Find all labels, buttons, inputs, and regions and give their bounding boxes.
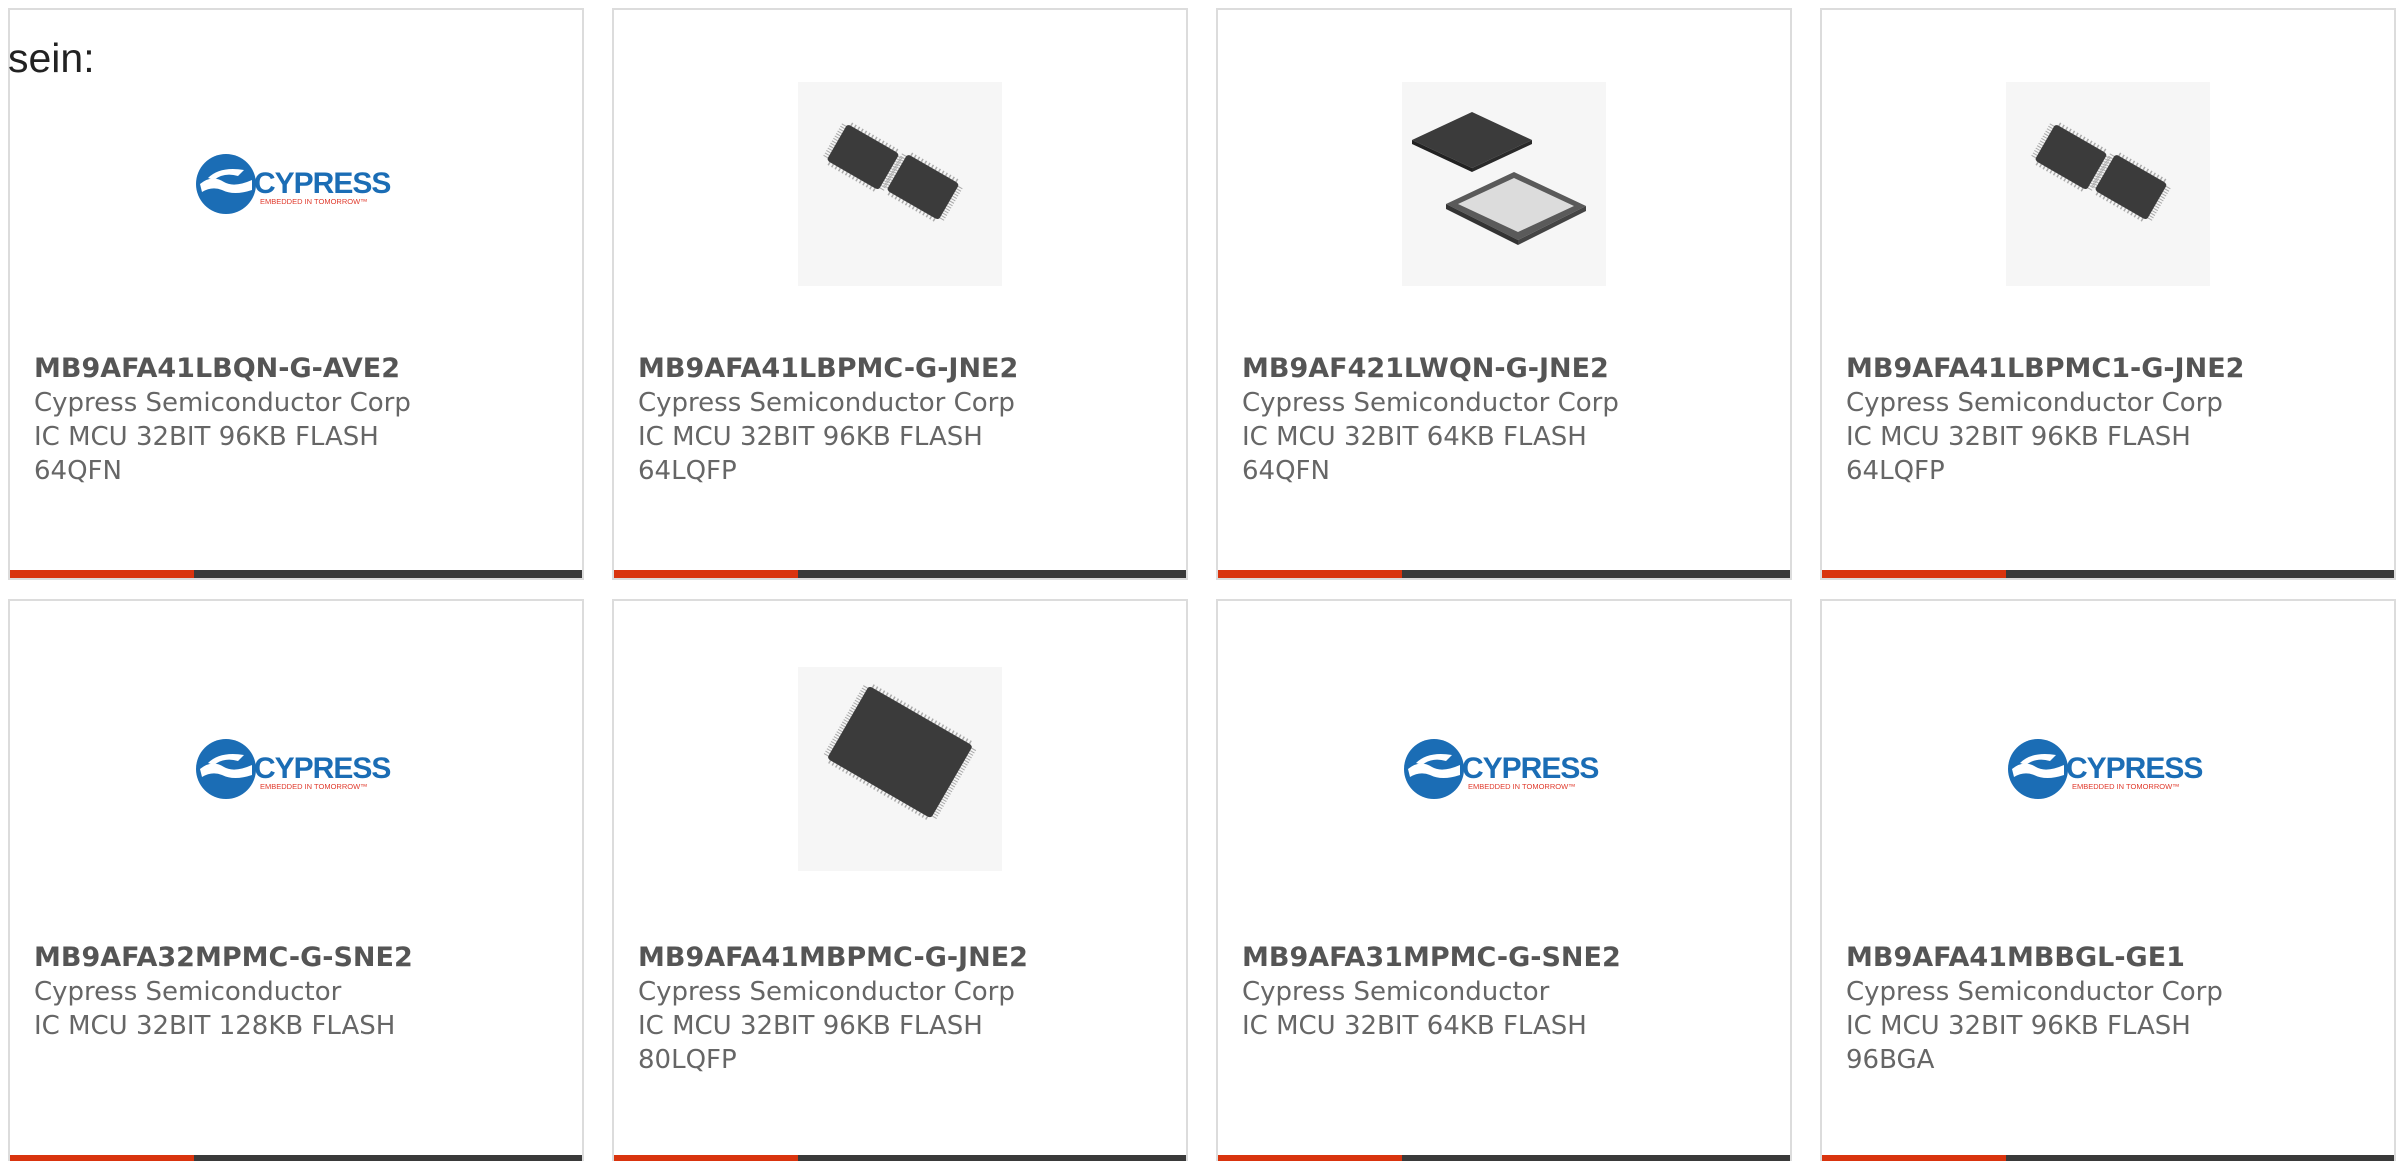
cypress-logo-icon: CYPRESS EMBEDDED IN TOMORROW™ — [2008, 739, 2203, 799]
svg-text:EMBEDDED IN TOMORROW™: EMBEDDED IN TOMORROW™ — [2072, 782, 2180, 791]
accent-bar — [1218, 570, 1402, 578]
card-footer-bar — [614, 570, 1186, 578]
qfn-chip-pair-icon — [1412, 112, 1586, 245]
part-number-link[interactable]: MB9AFA31MPMC-G-SNE2 — [1242, 941, 1770, 975]
svg-text:EMBEDDED IN TOMORROW™: EMBEDDED IN TOMORROW™ — [260, 782, 368, 791]
product-image[interactable] — [798, 82, 1002, 286]
card-footer-bar — [1218, 1155, 1790, 1161]
lqfp-chip-pair-icon — [823, 122, 963, 222]
svg-text:CYPRESS: CYPRESS — [254, 167, 390, 200]
section-heading: sein: — [8, 35, 95, 81]
card-footer-bar — [1822, 570, 2394, 578]
description-line-2: 64QFN — [34, 456, 122, 486]
product-image[interactable]: CYPRESS EMBEDDED IN TOMORROW™ — [194, 667, 398, 871]
accent-bar — [10, 570, 194, 578]
svg-text:CYPRESS: CYPRESS — [254, 752, 390, 785]
manufacturer: Cypress Semiconductor Corp — [638, 388, 1015, 418]
product-image[interactable] — [1402, 82, 1606, 286]
part-number-link[interactable]: MB9AFA41MBBGL-GE1 — [1846, 941, 2374, 975]
product-card[interactable]: MB9AFA41MBPMC-G-JNE2 Cypress Semiconduct… — [612, 599, 1188, 1161]
product-image[interactable]: CYPRESS EMBEDDED IN TOMORROW™ — [1402, 667, 1606, 871]
accent-bar — [614, 1155, 798, 1161]
description-line-1: IC MCU 32BIT 64KB FLASH — [1242, 422, 1587, 452]
card-footer-bar — [1822, 1155, 2394, 1161]
accent-bar — [10, 1155, 194, 1161]
card-footer-bar — [614, 1155, 1186, 1161]
card-footer-bar — [10, 1155, 582, 1161]
lqfp-chip-pair-icon — [2031, 122, 2171, 222]
part-number-link[interactable]: MB9AFA41MBPMC-G-JNE2 — [638, 941, 1166, 975]
description-line-2: 64QFN — [1242, 456, 1330, 486]
svg-text:EMBEDDED IN TOMORROW™: EMBEDDED IN TOMORROW™ — [260, 197, 368, 206]
cypress-logo-icon: CYPRESS EMBEDDED IN TOMORROW™ — [196, 739, 391, 799]
description-line-1: IC MCU 32BIT 64KB FLASH — [1242, 1011, 1587, 1041]
product-image[interactable]: CYPRESS EMBEDDED IN TOMORROW™ — [194, 82, 398, 286]
manufacturer: Cypress Semiconductor Corp — [1846, 977, 2223, 1007]
product-image[interactable] — [2006, 82, 2210, 286]
svg-text:EMBEDDED IN TOMORROW™: EMBEDDED IN TOMORROW™ — [1468, 782, 1576, 791]
manufacturer: Cypress Semiconductor — [1242, 977, 1550, 1007]
description-line-1: IC MCU 32BIT 96KB FLASH — [34, 422, 379, 452]
svg-text:CYPRESS: CYPRESS — [1462, 752, 1598, 785]
description-line-1: IC MCU 32BIT 128KB FLASH — [34, 1011, 396, 1041]
part-number-link[interactable]: MB9AFA41LBPMC-G-JNE2 — [638, 352, 1166, 386]
manufacturer: Cypress Semiconductor — [34, 977, 342, 1007]
accent-bar — [614, 570, 798, 578]
product-image[interactable]: CYPRESS EMBEDDED IN TOMORROW™ — [2006, 667, 2210, 871]
product-card[interactable]: MB9AFA41LBPMC-G-JNE2 Cypress Semiconduct… — [612, 8, 1188, 580]
description-line-2: 96BGA — [1846, 1045, 1935, 1075]
part-number-link[interactable]: MB9AFA32MPMC-G-SNE2 — [34, 941, 562, 975]
part-number-link[interactable]: MB9AFA41LBQN-G-AVE2 — [34, 352, 562, 386]
cypress-logo-icon: CYPRESS EMBEDDED IN TOMORROW™ — [196, 154, 391, 214]
product-card[interactable]: CYPRESS EMBEDDED IN TOMORROW™ MB9AFA41MB… — [1820, 599, 2396, 1161]
description-line-2: 64LQFP — [1846, 456, 1945, 486]
cypress-logo-icon: CYPRESS EMBEDDED IN TOMORROW™ — [1404, 739, 1599, 799]
description-line-2: 80LQFP — [638, 1045, 737, 1075]
svg-text:CYPRESS: CYPRESS — [2066, 752, 2202, 785]
part-number-link[interactable]: MB9AFA41LBPMC1-G-JNE2 — [1846, 352, 2374, 386]
manufacturer: Cypress Semiconductor Corp — [34, 388, 411, 418]
part-number-link[interactable]: MB9AF421LWQN-G-JNE2 — [1242, 352, 1770, 386]
product-image[interactable] — [798, 667, 1002, 871]
product-card[interactable]: CYPRESS EMBEDDED IN TOMORROW™ MB9AFA32MP… — [8, 599, 584, 1161]
description-line-1: IC MCU 32BIT 96KB FLASH — [638, 1011, 983, 1041]
description-line-1: IC MCU 32BIT 96KB FLASH — [1846, 422, 2191, 452]
accent-bar — [1822, 1155, 2006, 1161]
accent-bar — [1822, 570, 2006, 578]
manufacturer: Cypress Semiconductor Corp — [1846, 388, 2223, 418]
description-line-1: IC MCU 32BIT 96KB FLASH — [1846, 1011, 2191, 1041]
product-card[interactable]: CYPRESS EMBEDDED IN TOMORROW™ MB9AFA41LB… — [8, 8, 584, 580]
card-footer-bar — [10, 570, 582, 578]
product-card[interactable]: MB9AFA41LBPMC1-G-JNE2 Cypress Semiconduc… — [1820, 8, 2396, 580]
manufacturer: Cypress Semiconductor Corp — [1242, 388, 1619, 418]
manufacturer: Cypress Semiconductor Corp — [638, 977, 1015, 1007]
product-card[interactable]: CYPRESS EMBEDDED IN TOMORROW™ MB9AFA31MP… — [1216, 599, 1792, 1161]
description-line-2: 64LQFP — [638, 456, 737, 486]
card-footer-bar — [1218, 570, 1790, 578]
description-line-1: IC MCU 32BIT 96KB FLASH — [638, 422, 983, 452]
accent-bar — [1218, 1155, 1402, 1161]
product-card[interactable]: MB9AF421LWQN-G-JNE2 Cypress Semiconducto… — [1216, 8, 1792, 580]
lqfp-chip-icon — [823, 684, 977, 820]
